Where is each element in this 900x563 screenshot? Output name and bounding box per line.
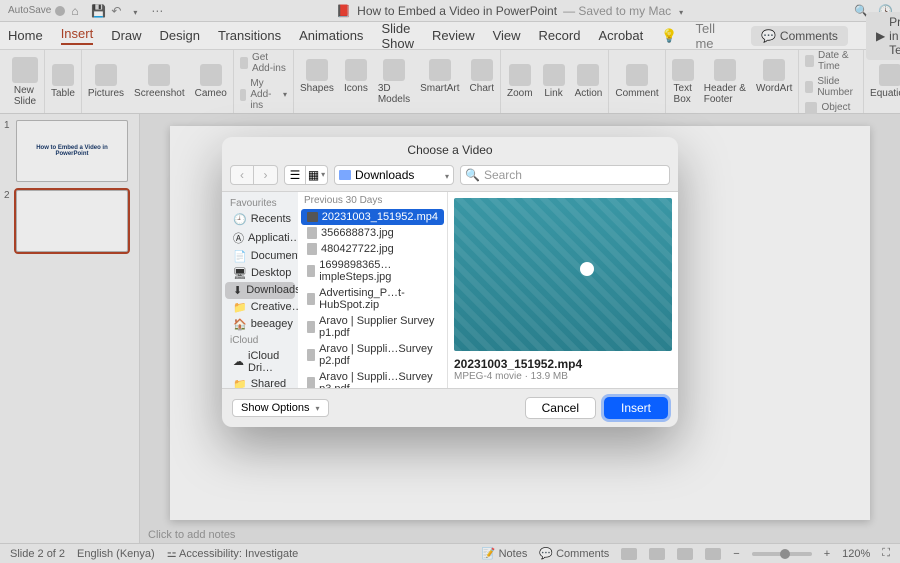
- sidebar-item-applications[interactable]: ⒶApplicati…: [225, 228, 295, 248]
- file-list: Previous 30 Days 20231003_151952.mp4 356…: [298, 192, 448, 388]
- file-row[interactable]: Aravo | Supplier Survey p1.pdf: [301, 313, 444, 341]
- modal-sidebar: Favourites 🕘Recents ⒶApplicati… 📄Documen…: [222, 192, 298, 388]
- sidebar-item-icloud-drive[interactable]: ☁iCloud Dri…: [225, 348, 295, 376]
- file-row[interactable]: 356688873.jpg: [301, 225, 444, 241]
- chevron-down-icon: [313, 402, 319, 414]
- image-file-icon: [307, 265, 315, 277]
- sidebar-item-documents[interactable]: 📄Documents: [225, 248, 295, 265]
- nav-forward-button[interactable]: ›: [254, 165, 278, 185]
- search-input[interactable]: 🔍 Search: [460, 165, 670, 185]
- sidebar-item-creative[interactable]: 📁Creative…: [225, 299, 295, 316]
- insert-button[interactable]: Insert: [604, 397, 668, 419]
- sidebar-item-desktop[interactable]: 🖥Desktop: [225, 265, 295, 282]
- video-thumbnail: [454, 198, 672, 351]
- preview-filename: 20231003_151952.mp4: [454, 357, 672, 371]
- search-icon: 🔍: [465, 168, 480, 182]
- pdf-file-icon: [307, 377, 315, 388]
- cancel-button[interactable]: Cancel: [525, 397, 596, 419]
- sidebar-item-shared[interactable]: 📁Shared: [225, 376, 295, 388]
- pdf-file-icon: [307, 321, 315, 333]
- sidebar-item-beeagey[interactable]: 🏠beeagey: [225, 316, 295, 333]
- file-row[interactable]: Aravo | Suppli…Survey p3.pdf: [301, 369, 444, 388]
- chevron-down-icon: [443, 168, 449, 182]
- modal-backdrop: Choose a Video ‹ › ☰ ▦ Downloads 🔍 Searc…: [0, 0, 900, 563]
- file-row[interactable]: 1699898365…impleSteps.jpg: [301, 257, 444, 285]
- sidebar-item-downloads[interactable]: ⬇Downloads: [225, 282, 295, 299]
- pdf-file-icon: [307, 349, 315, 361]
- file-preview: 20231003_151952.mp4 MPEG-4 movie · 13.9 …: [448, 192, 678, 388]
- video-file-icon: [307, 212, 318, 222]
- zip-file-icon: [307, 293, 315, 305]
- show-options-dropdown[interactable]: Show Options: [232, 399, 329, 417]
- file-row[interactable]: Advertising_P…t-HubSpot.zip: [301, 285, 444, 313]
- image-file-icon: [307, 243, 317, 255]
- location-dropdown[interactable]: Downloads: [334, 165, 454, 185]
- nav-back-button[interactable]: ‹: [230, 165, 254, 185]
- view-grid-button[interactable]: ▦: [306, 165, 328, 185]
- view-columns-button[interactable]: ☰: [284, 165, 306, 185]
- preview-meta: MPEG-4 movie · 13.9 MB: [454, 371, 672, 382]
- folder-icon: [339, 170, 351, 180]
- image-file-icon: [307, 227, 317, 239]
- sidebar-item-recents[interactable]: 🕘Recents: [225, 211, 295, 228]
- file-row[interactable]: 480427722.jpg: [301, 241, 444, 257]
- choose-video-modal: Choose a Video ‹ › ☰ ▦ Downloads 🔍 Searc…: [222, 137, 678, 427]
- modal-toolbar: ‹ › ☰ ▦ Downloads 🔍 Search: [222, 161, 678, 191]
- file-row[interactable]: 20231003_151952.mp4: [301, 209, 444, 225]
- modal-title: Choose a Video: [222, 137, 678, 161]
- file-row[interactable]: Aravo | Suppli…Survey p2.pdf: [301, 341, 444, 369]
